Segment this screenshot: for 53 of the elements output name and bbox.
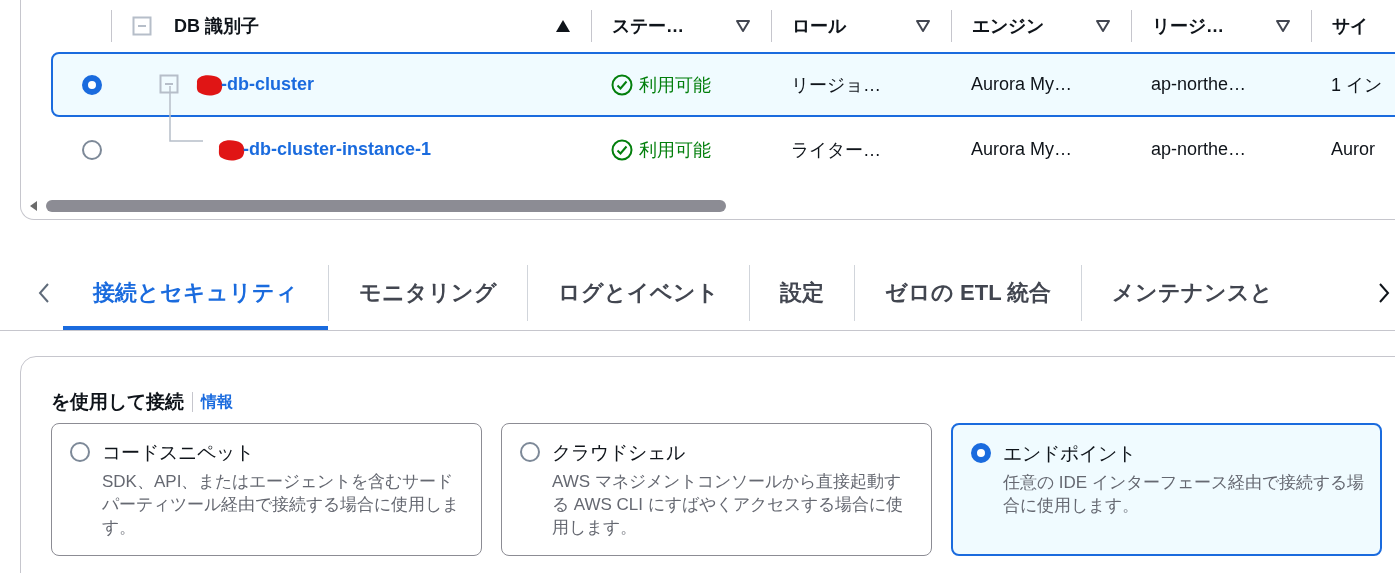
option-title: コードスニペット <box>102 441 255 465</box>
sort-icon[interactable] <box>915 19 931 33</box>
radio-button[interactable] <box>82 74 102 95</box>
option-description: SDK、API、またはエージェントを含むサードパーティツール経由で接続する場合に使用します。 <box>102 471 460 539</box>
radio-button[interactable] <box>971 443 991 463</box>
radio-button[interactable] <box>70 442 90 462</box>
check-circle-icon <box>611 73 633 96</box>
tab[interactable]: モニタリング <box>329 256 527 330</box>
chevron-left-icon[interactable] <box>37 282 51 304</box>
column-header[interactable]: DB 識別子 <box>174 14 555 38</box>
db-identifier-link[interactable]: -db-cluster-instance-1 <box>243 139 432 160</box>
table-cell: ap-northe… <box>1151 74 1247 95</box>
option-tile[interactable]: クラウドシェル AWS マネジメントコンソールから直接起動する AWS CLI にすばやくアクセスする場合に使用します。 <box>501 423 932 556</box>
table-cell: Aurora My… <box>971 139 1073 160</box>
option-tile[interactable]: コードスニペット SDK、API、またはエージェントを含むサードパーティツール経由で接続する場合に使用します。 <box>51 423 482 556</box>
chevron-right-icon[interactable] <box>1377 282 1391 304</box>
sort-ascending-icon[interactable] <box>555 19 571 33</box>
column-header[interactable]: リージ… <box>1152 14 1275 38</box>
selected-table-row[interactable]: -db-cluster 利用可能 リージョ… Aurora My… ap-northe… 1 イン <box>51 52 1395 117</box>
column-header[interactable]: ステー… <box>612 14 735 38</box>
scroll-left-icon[interactable] <box>30 201 38 211</box>
option-tile[interactable]: エンドポイント 任意の IDE インターフェース経由で接続する場合に使用します。 <box>951 423 1382 556</box>
option-title: エンドポイント <box>1003 442 1137 466</box>
option-description: AWS マネジメントコンソールから直接起動する AWS CLI にすばやくアクセスする場合に使用します。 <box>552 471 904 539</box>
tab[interactable]: メンテナンスと <box>1082 256 1304 330</box>
tab[interactable]: 設定 <box>750 256 854 330</box>
radio-button[interactable] <box>82 139 102 160</box>
info-link[interactable]: 情報 <box>201 391 233 413</box>
db-identifier-link[interactable]: -db-cluster <box>221 74 314 95</box>
sort-icon[interactable] <box>1275 19 1291 33</box>
status-text: 利用可能 <box>639 73 711 97</box>
table-cell: ap-northe… <box>1151 139 1247 160</box>
tab[interactable]: ログとイベント <box>528 256 749 330</box>
option-title: クラウドシェル <box>552 441 686 465</box>
tab[interactable]: ゼロの ETL 統合 <box>855 256 1082 330</box>
status-text: 利用可能 <box>639 138 711 162</box>
column-header[interactable]: ロール <box>792 14 915 38</box>
sort-icon[interactable] <box>735 19 751 33</box>
radio-button[interactable] <box>520 442 540 462</box>
check-circle-icon <box>611 138 633 161</box>
tab[interactable]: 接続とセキュリティ <box>63 256 328 330</box>
section-heading: を使用して接続 <box>51 390 184 414</box>
table-cell: Aurora My… <box>971 74 1073 95</box>
scrollbar-thumb[interactable] <box>46 200 726 212</box>
table-cell-text: ライター… <box>791 138 881 162</box>
option-description: 任意の IDE インターフェース経由で接続する場合に使用します。 <box>1003 472 1364 517</box>
tree-connector-line <box>169 86 203 142</box>
column-header[interactable]: サイ <box>1332 14 1395 38</box>
column-header[interactable]: エンジン <box>972 14 1095 38</box>
table-cell-text: リージョ… <box>791 73 881 97</box>
table-cell-text: 1 イン <box>1331 73 1382 97</box>
table-cell: Auror <box>1331 139 1375 160</box>
sort-icon[interactable] <box>1095 19 1111 33</box>
